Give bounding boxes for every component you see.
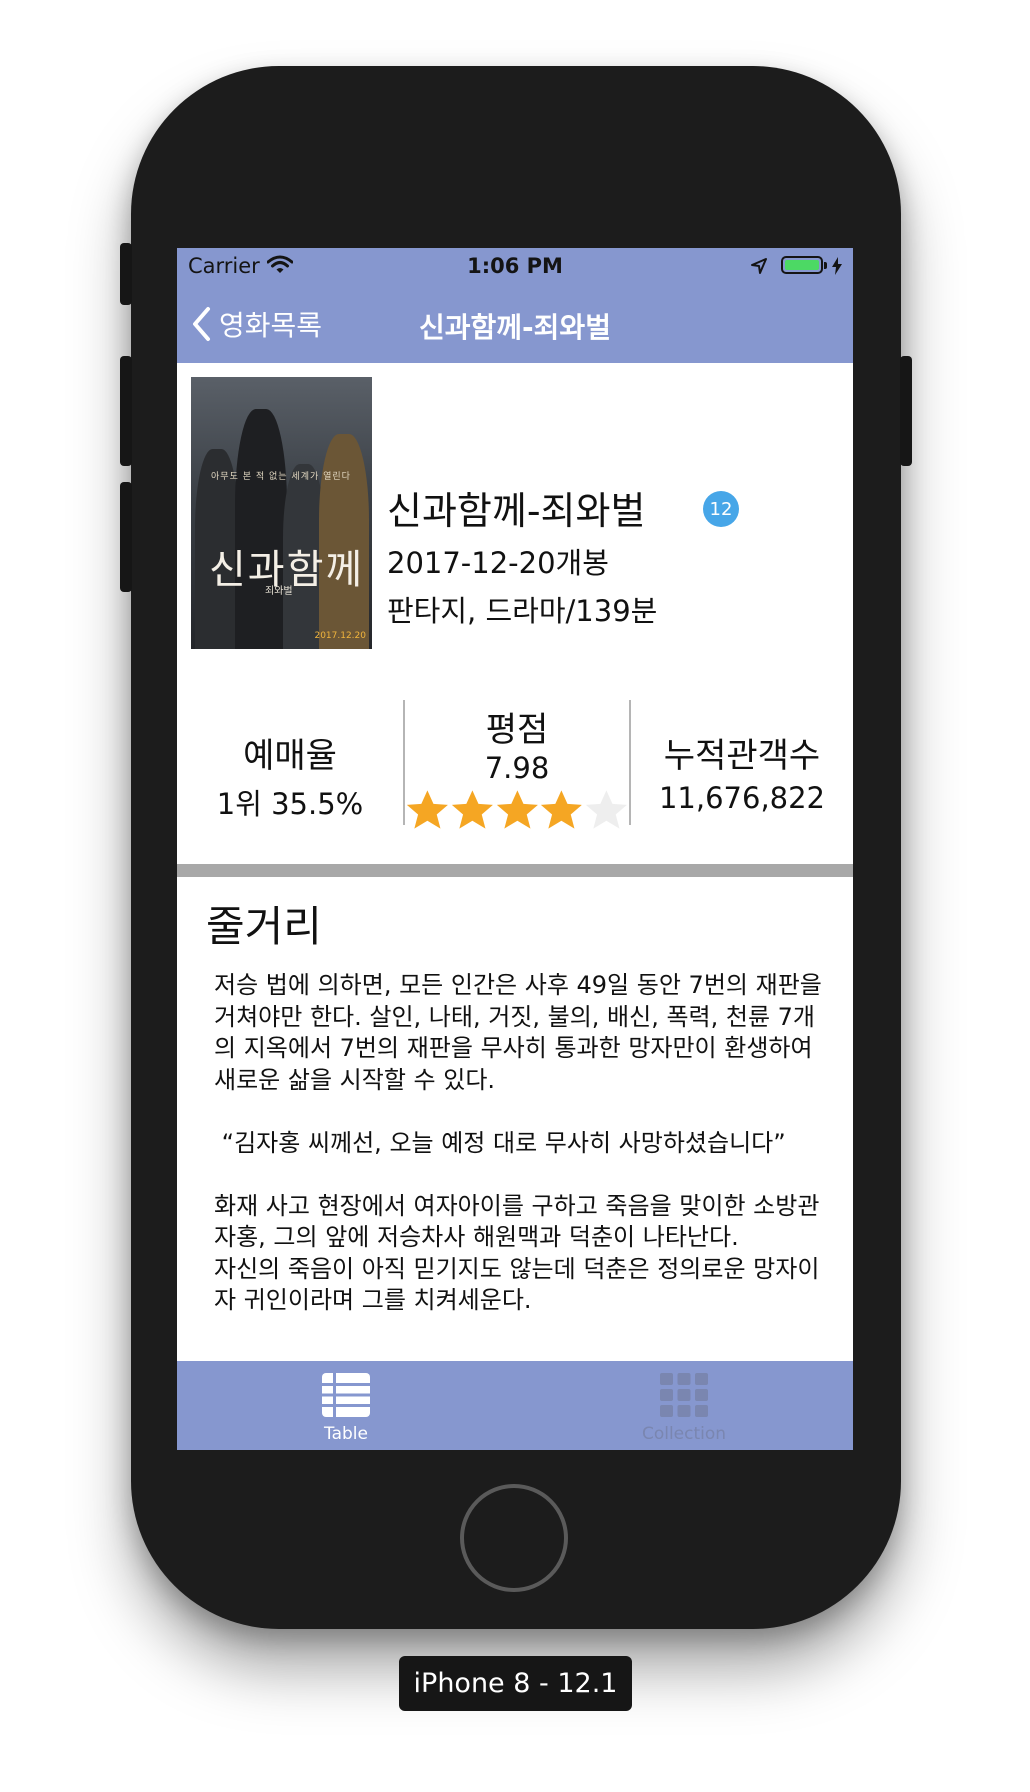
mute-switch (120, 243, 132, 305)
rating-value: 7.98 (484, 751, 550, 785)
grid-icon (660, 1373, 708, 1417)
synopsis-body: 저승 법에 의하면, 모든 인간은 사후 49일 동안 7번의 재판을 거쳐야만… (214, 971, 822, 1314)
list-icon (322, 1373, 370, 1417)
genre-runtime: 판타지, 드라마/139분 (387, 594, 658, 628)
battery-tip (824, 262, 827, 269)
movie-poster: 아무도 본 적 없는 세계가 열린다 신과함께 죄와벌 2017.12.20 (191, 377, 372, 649)
rating-stat: 평점 7.98 (405, 700, 629, 829)
charging-icon (832, 257, 842, 275)
audience-stat: 누적관객수 11,676,822 (631, 700, 853, 825)
synopsis-heading: 줄거리 (206, 902, 322, 951)
star-icon (541, 790, 583, 829)
star-icon (406, 790, 448, 829)
star-icon (496, 790, 538, 829)
star-icon (451, 790, 493, 829)
battery-icon (781, 256, 823, 274)
age-grade-badge: 12 (703, 491, 739, 527)
volume-up-button (120, 356, 132, 466)
reservation-stat: 예매율 1위 35.5% (177, 700, 403, 825)
rating-stars (405, 787, 629, 832)
section-separator (177, 864, 853, 877)
volume-down-button (120, 482, 132, 592)
tab-collection[interactable]: Collection (515, 1361, 853, 1450)
movie-title: 신과함께-죄와벌 (387, 489, 646, 533)
power-button (900, 356, 912, 466)
reservation-label: 예매율 (243, 736, 337, 776)
nav-title: 신과함께-죄와벌 (419, 311, 611, 344)
tab-bar: Table Collection (177, 1361, 853, 1450)
poster-subtitle: 죄와벌 (265, 586, 293, 597)
reservation-value: 1위 35.5% (216, 787, 364, 821)
navigation-bar: Carrier 1:06 PM 영화목록 신과함께-죄와벌 (177, 248, 853, 363)
release-date: 2017-12-20개봉 (387, 546, 609, 580)
tab-collection-label: Collection (641, 1424, 727, 1444)
poster-tagline: 아무도 본 적 없는 세계가 열린다 (211, 472, 351, 482)
tab-table-label: Table (324, 1424, 368, 1444)
device-label: iPhone 8 - 12.1 (399, 1656, 632, 1711)
status-bar: Carrier 1:06 PM (177, 248, 853, 286)
audience-value: 11,676,822 (658, 781, 826, 815)
rating-label: 평점 (485, 710, 549, 750)
tab-table[interactable]: Table (177, 1361, 515, 1450)
audience-label: 누적관객수 (663, 736, 821, 776)
poster-date: 2017.12.20 (314, 631, 366, 641)
home-button[interactable] (460, 1484, 568, 1592)
movie-stats: 예매율 1위 35.5% 평점 7.98 누적관객수 11,676,822 (177, 700, 853, 829)
phone-screen: Carrier 1:06 PM 영화목록 신과함께-죄와벌 아무도 본 적 없는… (177, 248, 853, 1450)
location-icon (751, 258, 767, 274)
star-icon (586, 790, 628, 829)
